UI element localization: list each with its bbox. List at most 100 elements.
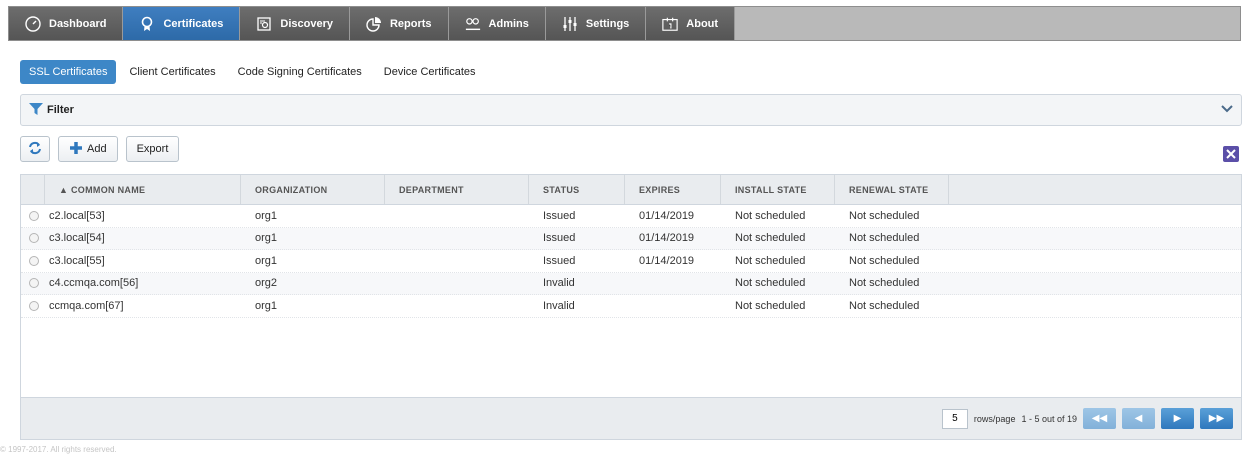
tab-device-certificates[interactable]: Device Certificates	[375, 60, 485, 84]
table-row[interactable]: c3.local[54] org1 Issued 01/14/2019 Not …	[21, 227, 1241, 250]
header-install-state[interactable]: INSTALL STATE	[721, 175, 835, 204]
nav-label: About	[686, 17, 719, 30]
cell-renewal-state: Not scheduled	[849, 209, 920, 222]
certificates-grid: ▲ COMMON NAME ORGANIZATION DEPARTMENT ST…	[20, 174, 1242, 440]
nav-certificates[interactable]: Certificates	[123, 7, 241, 40]
cell-organization: org1	[255, 232, 278, 245]
copyright-footer: © 1997-2017. All rights reserved.	[0, 445, 117, 454]
nav-spacer	[735, 7, 1240, 40]
nav-label: Settings	[585, 17, 630, 30]
nav-about[interactable]: About	[646, 7, 736, 40]
grid-header: ▲ COMMON NAME ORGANIZATION DEPARTMENT ST…	[21, 175, 1241, 205]
reports-icon	[366, 16, 382, 32]
cell-status: Invalid	[543, 277, 575, 290]
cell-common-name: c3.local[54]	[49, 232, 105, 245]
cell-organization: org1	[255, 299, 278, 312]
header-select	[21, 175, 45, 204]
header-organization[interactable]: ORGANIZATION	[241, 175, 385, 204]
cell-status: Issued	[543, 254, 576, 267]
cell-status: Issued	[543, 209, 576, 222]
plus-icon	[69, 141, 83, 158]
dashboard-icon	[25, 15, 41, 32]
page-range-label: 1 - 5 out of 19	[1021, 413, 1077, 424]
table-row[interactable]: ccmqa.com[67] org1 Invalid Not scheduled…	[21, 295, 1241, 318]
cell-organization: org1	[255, 209, 278, 222]
cell-install-state: Not scheduled	[735, 232, 806, 245]
header-expires[interactable]: EXPIRES	[625, 175, 721, 204]
header-status[interactable]: STATUS	[529, 175, 625, 204]
nav-label: Certificates	[163, 17, 224, 30]
grid-toolbar: Add Export	[20, 136, 180, 162]
chevron-right-icon: ▶	[1173, 413, 1182, 424]
cell-install-state: Not scheduled	[735, 277, 806, 290]
table-row[interactable]: c4.ccmqa.com[56] org2 Invalid Not schedu…	[21, 272, 1241, 295]
nav-label: Dashboard	[49, 17, 107, 30]
cell-status: Issued	[543, 232, 576, 245]
cell-renewal-state: Not scheduled	[849, 232, 920, 245]
cell-renewal-state: Not scheduled	[849, 254, 920, 267]
add-button-label: Add	[87, 143, 107, 155]
next-page-button[interactable]: ▶	[1161, 408, 1194, 429]
tab-code-signing-certificates[interactable]: Code Signing Certificates	[229, 60, 371, 84]
table-row[interactable]: c3.local[55] org1 Issued 01/14/2019 Not …	[21, 250, 1241, 273]
certificate-type-tabs: SSL Certificates Client Certificates Cod…	[20, 58, 485, 86]
nav-dashboard[interactable]: Dashboard	[9, 7, 124, 40]
double-chevron-left-icon: ◀◀	[1091, 413, 1108, 424]
chevron-down-icon[interactable]	[1221, 104, 1233, 116]
row-select-radio[interactable]	[29, 255, 39, 266]
filter-label: Filter	[47, 104, 74, 116]
cell-install-state: Not scheduled	[735, 299, 806, 312]
first-page-button[interactable]: ◀◀	[1083, 408, 1116, 429]
nav-label: Reports	[389, 17, 432, 30]
row-select-radio[interactable]	[29, 300, 39, 311]
table-row[interactable]: c2.local[53] org1 Issued 01/14/2019 Not …	[21, 205, 1241, 228]
certificate-icon	[139, 16, 155, 32]
header-renewal-state[interactable]: RENEWAL STATE	[835, 175, 949, 204]
cell-expires: 01/14/2019	[639, 254, 695, 267]
cell-install-state: Not scheduled	[735, 209, 806, 222]
filter-bar[interactable]: Filter	[20, 94, 1242, 126]
refresh-button[interactable]	[20, 136, 50, 162]
about-icon	[662, 16, 678, 32]
previous-page-button[interactable]: ◀	[1122, 408, 1155, 429]
nav-label: Discovery	[280, 17, 333, 30]
cell-renewal-state: Not scheduled	[849, 299, 920, 312]
cell-common-name: c4.ccmqa.com[56]	[49, 277, 139, 290]
cell-expires: 01/14/2019	[639, 232, 695, 245]
export-button[interactable]: Export	[125, 136, 180, 162]
tab-ssl-certificates[interactable]: SSL Certificates	[20, 60, 117, 84]
rows-per-page-label: rows/page	[973, 413, 1016, 424]
cell-organization: org2	[255, 277, 278, 290]
cell-common-name: c3.local[55]	[49, 254, 105, 267]
last-page-button[interactable]: ▶▶	[1200, 408, 1233, 429]
top-navigation: Dashboard Certificates Discovery Reports…	[8, 6, 1241, 41]
refresh-icon	[28, 141, 42, 158]
cell-status: Invalid	[543, 299, 575, 312]
grid-body: c2.local[53] org1 Issued 01/14/2019 Not …	[21, 205, 1241, 318]
header-department[interactable]: DEPARTMENT	[385, 175, 529, 204]
chevron-left-icon: ◀	[1134, 413, 1143, 424]
cell-renewal-state: Not scheduled	[849, 277, 920, 290]
header-common-name[interactable]: ▲ COMMON NAME	[45, 175, 241, 204]
add-button[interactable]: Add	[58, 136, 118, 162]
filter-icon	[29, 102, 43, 118]
pagination-bar: rows/page 1 - 5 out of 19 ◀◀ ◀ ▶ ▶▶	[21, 397, 1241, 439]
nav-label: Admins	[488, 17, 529, 30]
row-select-radio[interactable]	[29, 278, 39, 289]
cell-expires: 01/14/2019	[639, 209, 695, 222]
nav-settings[interactable]: Settings	[545, 7, 647, 40]
row-select-radio[interactable]	[29, 233, 39, 244]
rows-per-page-input[interactable]	[941, 408, 968, 429]
nav-discovery[interactable]: Discovery	[240, 7, 350, 40]
double-chevron-right-icon: ▶▶	[1208, 413, 1225, 424]
nav-reports[interactable]: Reports	[349, 7, 449, 40]
cell-organization: org1	[255, 254, 278, 267]
cell-install-state: Not scheduled	[735, 254, 806, 267]
nav-admins[interactable]: Admins	[448, 7, 546, 40]
column-settings-icon[interactable]	[1223, 146, 1239, 162]
discovery-icon	[256, 16, 272, 32]
row-select-radio[interactable]	[29, 210, 39, 221]
cell-common-name: ccmqa.com[67]	[49, 299, 124, 312]
admins-icon	[465, 16, 481, 32]
tab-client-certificates[interactable]: Client Certificates	[120, 60, 224, 84]
